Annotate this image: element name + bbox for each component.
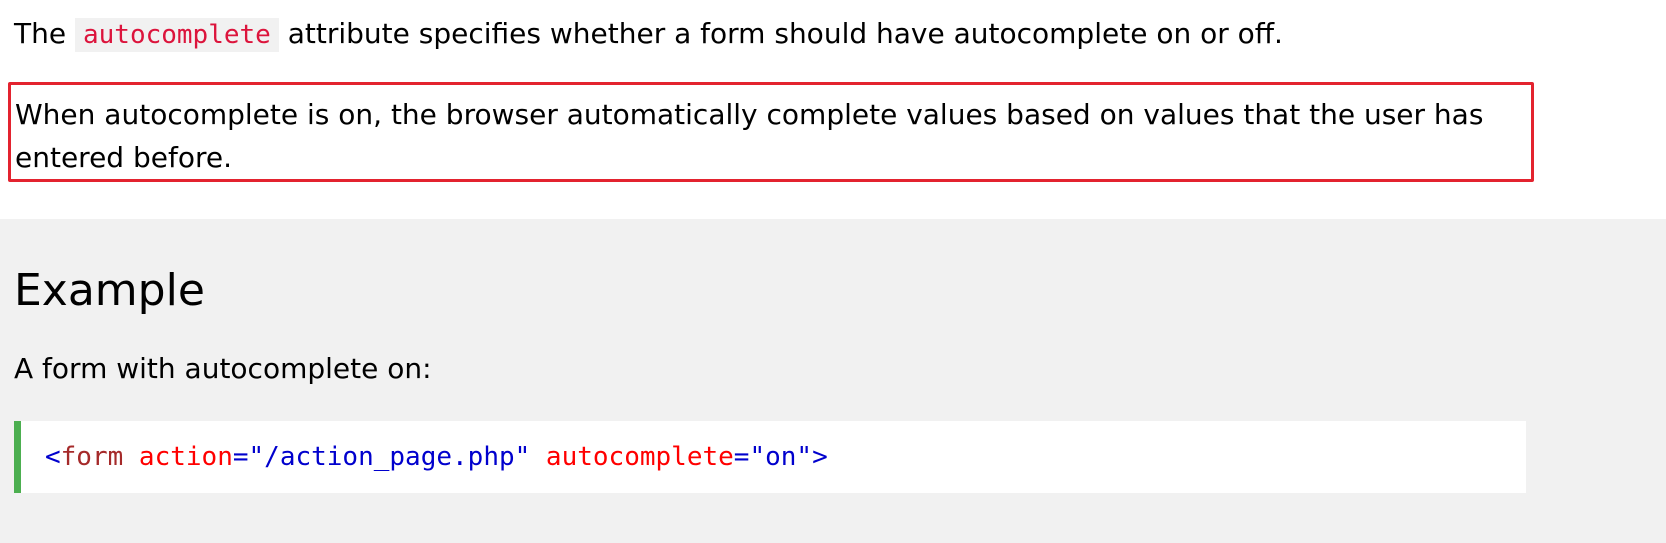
example-title: Example (14, 265, 205, 316)
code-close-bracket: > (812, 442, 828, 472)
highlighted-note-text: When autocomplete is on, the browser aut… (15, 98, 1484, 174)
code-block: <form action="/action_page.php" autocomp… (14, 421, 1526, 493)
code-attr-autocomplete-value: "on" (749, 442, 813, 472)
code-open-bracket: < (45, 442, 61, 472)
highlighted-note: When autocomplete is on, the browser aut… (8, 82, 1534, 182)
code-attr-action-eq: = (232, 442, 249, 472)
code-attr-autocomplete-eq: = (733, 442, 750, 472)
code-attr-autocomplete: autocomplete (530, 442, 734, 472)
page: The autocomplete attribute specifies whe… (0, 0, 1666, 543)
code-attr-action-value: "/action_page.php" (248, 442, 531, 472)
example-description: A form with autocomplete on: (14, 352, 432, 385)
code-attr-action: action (123, 442, 233, 472)
example-panel: Example A form with autocomplete on: <fo… (0, 219, 1666, 543)
intro-text-before: The (14, 17, 75, 50)
inline-code-autocomplete: autocomplete (74, 18, 279, 52)
intro-text-after: attribute specifies whether a form shoul… (278, 17, 1283, 50)
code-tag-name: form (60, 442, 124, 472)
intro-paragraph: The autocomplete attribute specifies whe… (14, 12, 1283, 57)
